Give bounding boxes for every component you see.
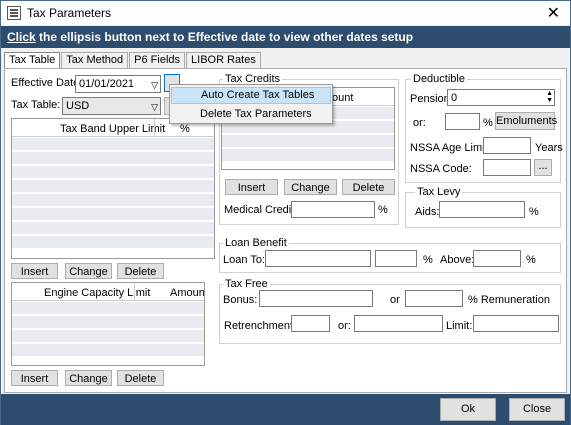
nssa-age-limit-label: NSSA Age Limit: (410, 142, 491, 154)
menu-item-auto-create-tax-tables[interactable]: Auto Create Tax Tables (171, 87, 331, 104)
chevron-down-icon[interactable]: ▽ (151, 99, 158, 115)
aids-label: Aids: (415, 206, 440, 218)
years-label: Years (535, 142, 563, 154)
pension-percent-field[interactable] (445, 113, 480, 130)
nssa-age-limit-field[interactable] (483, 137, 531, 154)
col-percent: % (180, 123, 190, 135)
nssa-code-ellipsis-button[interactable]: ... (534, 159, 552, 176)
aids-field[interactable] (439, 201, 525, 218)
col-amount: ount (332, 92, 354, 104)
medical-credits-field[interactable] (291, 201, 375, 218)
remuneration-label: % Remuneration (468, 294, 550, 306)
column-divider (134, 283, 135, 301)
table-row[interactable] (12, 194, 214, 207)
column-divider (154, 119, 155, 137)
insert-button[interactable]: Insert (11, 263, 58, 279)
col-tax-band-upper-limit: Tax Band Upper Limit (60, 123, 166, 135)
table-row[interactable] (12, 152, 214, 165)
delete-button[interactable]: Delete (117, 370, 164, 386)
bonus-label: Bonus: (223, 294, 258, 306)
banner-link[interactable]: Click (7, 30, 36, 44)
table-row[interactable] (222, 135, 394, 148)
limit-field[interactable] (473, 315, 559, 332)
deductible-title: Deductible (411, 73, 467, 85)
effective-date-field[interactable]: 01/01/2021 ▽ (75, 75, 161, 93)
insert-button[interactable]: Insert (11, 370, 58, 386)
effective-date-label: Effective Date: (11, 77, 83, 89)
retrenchment-field[interactable] (291, 315, 330, 332)
grid-header: Engine Capacity Limit Amount (12, 283, 204, 301)
tab-strip: Tax Table Tax Method P6 Fields LIBOR Rat… (4, 52, 262, 69)
col-amount: Amount (170, 287, 205, 299)
bonus-percent-field[interactable] (405, 290, 463, 307)
table-row[interactable] (12, 236, 214, 249)
effective-date-value: 01/01/2021 (79, 78, 135, 90)
footer-bar: Ok Close (1, 394, 570, 425)
loan-to-label: Loan To: (223, 254, 266, 266)
table-row[interactable] (12, 180, 214, 193)
percent-label: % (423, 254, 433, 266)
context-menu: Auto Create Tax Tables Delete Tax Parame… (169, 84, 333, 124)
retrenchment-label: Retrenchment / (224, 320, 300, 332)
table-row[interactable] (12, 208, 214, 221)
table-row[interactable] (12, 222, 214, 235)
table-row[interactable] (12, 330, 204, 343)
above-label: Above: (440, 254, 475, 266)
percent-label: % (483, 117, 493, 129)
app-icon (7, 6, 21, 20)
table-row[interactable] (222, 149, 394, 162)
tab-p6-fields[interactable]: P6 Fields (129, 52, 186, 68)
percent-label: % (529, 206, 539, 218)
table-row[interactable] (12, 344, 204, 357)
above-field[interactable] (473, 250, 521, 267)
loan-to-field[interactable] (265, 250, 371, 267)
or-label: or (390, 294, 400, 306)
nssa-code-field[interactable] (483, 159, 531, 176)
tab-tax-table[interactable]: Tax Table (4, 52, 61, 69)
pension-value: 0 (451, 92, 458, 104)
ok-button[interactable]: Ok (440, 398, 496, 421)
spin-icon[interactable]: ▲ ▼ (546, 90, 553, 104)
pension-field[interactable]: 0 ▲ ▼ (447, 89, 555, 106)
tax-table-value: USD (66, 100, 90, 112)
or-label: or: (338, 320, 351, 332)
emoluments-button[interactable]: Emoluments (495, 112, 557, 130)
tax-parameters-window: Tax Parameters ✕ Click the ellipsis butt… (0, 0, 571, 425)
table-row[interactable] (12, 166, 214, 179)
chevron-down-icon[interactable]: ▽ (151, 77, 158, 93)
close-button[interactable]: Close (509, 398, 565, 421)
tax-band-grid[interactable]: Tax Band Upper Limit % (11, 118, 215, 259)
title-bar: Tax Parameters ✕ (1, 1, 570, 25)
or-label: or: (413, 117, 426, 129)
loan-percent-field[interactable] (375, 250, 417, 267)
tab-libor-rates[interactable]: LIBOR Rates (186, 52, 261, 68)
change-button[interactable]: Change (284, 179, 337, 195)
window-title: Tax Parameters (27, 6, 112, 20)
percent-label: % (526, 254, 536, 266)
tax-levy-title: Tax Levy (415, 186, 463, 198)
close-icon[interactable]: ✕ (547, 3, 560, 23)
retrenchment-or-field[interactable] (354, 315, 443, 332)
table-row[interactable] (12, 138, 214, 151)
bonus-field[interactable] (259, 290, 373, 307)
tax-table-select[interactable]: USD ▽ (62, 97, 161, 115)
banner-text: the ellipsis button next to Effective da… (35, 30, 414, 44)
engine-capacity-grid[interactable]: Engine Capacity Limit Amount (11, 282, 205, 366)
info-banner: Click the ellipsis button next to Effect… (1, 26, 570, 48)
tax-table-label: Tax Table: (11, 99, 61, 111)
change-button[interactable]: Change (65, 263, 112, 279)
table-row[interactable] (12, 316, 204, 329)
tab-tax-method[interactable]: Tax Method (61, 52, 129, 68)
tax-free-title: Tax Free (223, 278, 270, 290)
nssa-code-label: NSSA Code: (410, 163, 472, 175)
delete-button[interactable]: Delete (117, 263, 164, 279)
percent-label: % (378, 204, 388, 216)
insert-button[interactable]: Insert (225, 179, 278, 195)
table-row[interactable] (12, 302, 204, 315)
menu-item-delete-tax-parameters[interactable]: Delete Tax Parameters (171, 106, 331, 123)
limit-label: Limit: (446, 320, 473, 332)
delete-button[interactable]: Delete (342, 179, 395, 195)
loan-benefit-title: Loan Benefit (223, 237, 289, 249)
change-button[interactable]: Change (65, 370, 112, 386)
